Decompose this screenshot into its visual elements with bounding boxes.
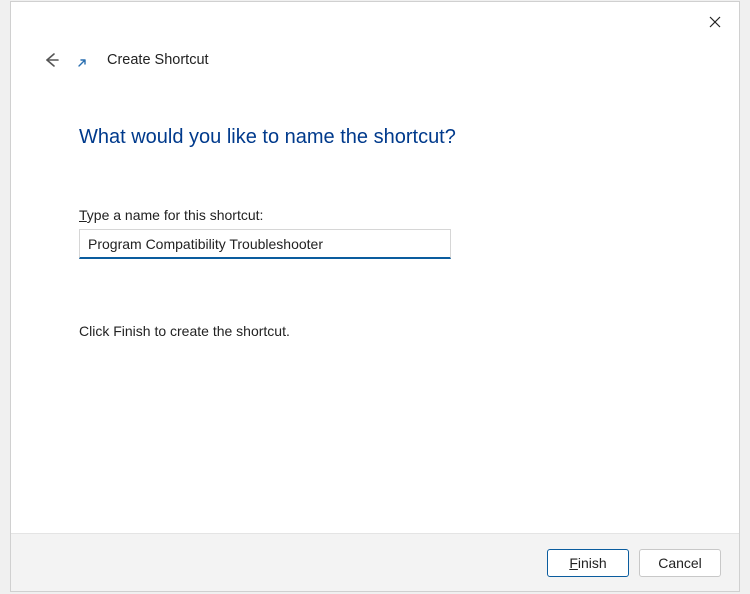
shortcut-icon [77, 52, 93, 68]
cancel-button[interactable]: Cancel [639, 549, 721, 577]
finish-button[interactable]: Finish [547, 549, 629, 577]
close-icon [709, 16, 721, 28]
back-button[interactable] [39, 48, 63, 72]
create-shortcut-window: Create Shortcut What would you like to n… [10, 1, 740, 592]
name-field-label: Type a name for this shortcut: [79, 207, 739, 223]
page-heading: What would you like to name the shortcut… [79, 126, 739, 149]
titlebar [11, 2, 739, 38]
shortcut-name-input[interactable] [79, 229, 451, 259]
wizard-title: Create Shortcut [107, 52, 209, 68]
footer-buttons: Finish Cancel [11, 533, 739, 591]
close-button[interactable] [699, 8, 731, 36]
arrow-left-icon [42, 51, 60, 69]
wizard-header: Create Shortcut [11, 38, 739, 72]
content-area: What would you like to name the shortcut… [11, 72, 739, 533]
help-text: Click Finish to create the shortcut. [79, 323, 739, 339]
